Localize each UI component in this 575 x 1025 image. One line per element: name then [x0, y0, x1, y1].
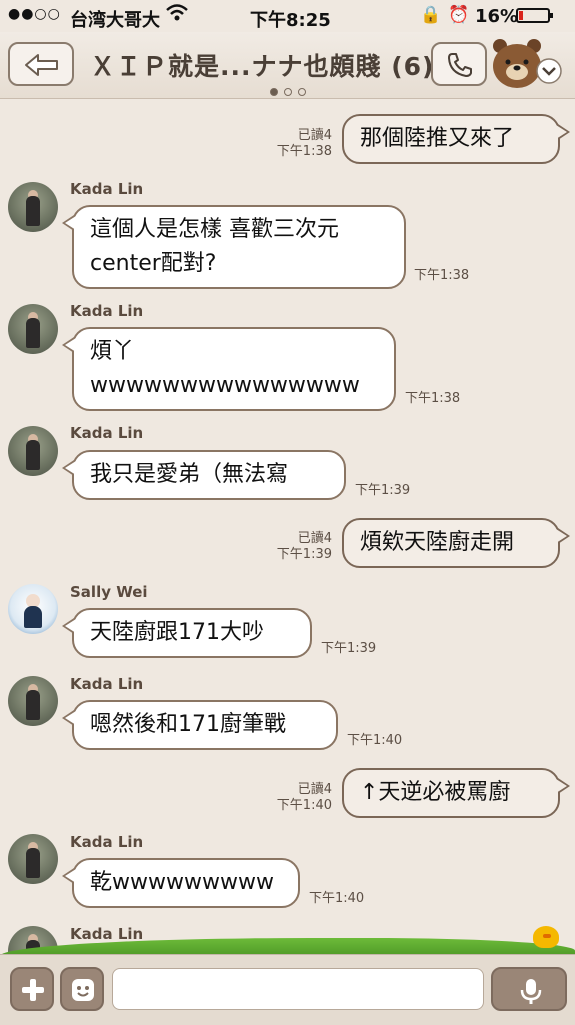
avatar[interactable]: [8, 676, 58, 726]
chick-icon: [533, 926, 559, 948]
page-dot: [270, 88, 278, 96]
incoming-message-bubble[interactable]: 天陸廚跟171大吵: [62, 608, 312, 658]
call-button[interactable]: [431, 42, 487, 86]
chevron-down-icon: [536, 58, 562, 84]
wifi-icon: [166, 4, 188, 27]
message-time: 下午1:40: [276, 798, 332, 813]
sticker-button[interactable]: [60, 967, 104, 1011]
outgoing-message-bubble[interactable]: ↑天逆必被罵廚: [342, 768, 570, 818]
mic-icon: [520, 979, 542, 1004]
message-time: 下午1:38: [276, 144, 332, 159]
menu-button[interactable]: [490, 36, 570, 94]
chat-area[interactable]: 已讀4 下午1:38 那個陸推又來了 Kada Lin 這個人是怎樣 喜歡三次元…: [0, 98, 575, 954]
message-meta: 已讀4 下午1:39: [270, 531, 332, 563]
status-time: 下午8:25: [250, 10, 331, 31]
status-bar: ●●○○ 台湾大哥大 下午8:25 🔒 ⏰ 16%: [0, 0, 575, 32]
alarm-icon: ⏰: [448, 5, 470, 25]
message-meta: 已讀4 下午1:40: [270, 782, 332, 814]
message-text-line: wwwwwwwwwwwwwww: [90, 373, 360, 398]
page-dot: [284, 88, 292, 96]
phone-icon: [448, 53, 472, 77]
read-receipt: 已讀4: [297, 782, 332, 797]
sender-name: Kada Lin: [70, 180, 144, 198]
sender-name: Kada Lin: [70, 675, 144, 693]
message-time: 下午1:38: [414, 268, 470, 283]
message-text-line: center配對?: [90, 251, 217, 276]
message-text: 乾wwwwwwwww: [90, 870, 274, 895]
incoming-message-bubble[interactable]: 這個人是怎樣 喜歡三次元 center配對?: [62, 205, 406, 289]
message-text-line: 這個人是怎樣 喜歡三次元: [90, 217, 339, 242]
outgoing-message-bubble[interactable]: 煩欸天陸廚走開: [342, 518, 570, 568]
input-bar: [0, 954, 575, 1025]
carrier-name: 台湾大哥大: [70, 10, 160, 31]
message-text-line: 煩丫: [90, 339, 135, 364]
outgoing-message-bubble[interactable]: 那個陸推又來了: [342, 114, 570, 164]
signal-strength-icon: ●●○○: [8, 6, 61, 22]
message-time: 下午1:39: [355, 483, 411, 498]
chat-header: ＸＩＰ就是...ナナ也頗賤 (6): [0, 32, 575, 99]
rotation-lock-icon: 🔒: [420, 5, 442, 25]
incoming-message-bubble[interactable]: 乾wwwwwwwww: [62, 858, 300, 908]
read-receipt: 已讀4: [297, 128, 332, 143]
message-text: 天陸廚跟171大吵: [90, 620, 264, 645]
message-input[interactable]: [112, 968, 484, 1010]
battery-icon: [516, 8, 553, 23]
incoming-message-bubble[interactable]: 煩丫 wwwwwwwwwwwwwww: [62, 327, 396, 411]
plus-icon: [22, 979, 44, 1001]
avatar[interactable]: [8, 584, 58, 634]
sender-name: Kada Lin: [70, 424, 144, 442]
read-receipt: 已讀4: [297, 531, 332, 546]
chat-title[interactable]: ＸＩＰ就是...ナナ也頗賤 (6): [90, 47, 434, 83]
sticker-icon: [72, 979, 94, 1001]
message-time: 下午1:40: [309, 891, 365, 906]
sender-name: Sally Wei: [70, 583, 148, 601]
battery-percent: 16%: [475, 6, 519, 27]
sender-name: Kada Lin: [70, 833, 144, 851]
voice-message-button[interactable]: [491, 967, 567, 1011]
incoming-message-bubble[interactable]: 嗯然後和171廚筆戰: [62, 700, 338, 750]
message-time: 下午1:40: [347, 733, 403, 748]
avatar[interactable]: [8, 304, 58, 354]
sender-name: Kada Lin: [70, 302, 144, 320]
message-meta: 已讀4 下午1:38: [270, 128, 332, 160]
message-text: 嗯然後和171廚筆戰: [90, 712, 286, 737]
add-attachment-button[interactable]: [10, 967, 54, 1011]
message-text: 我只是愛弟（無法寫: [90, 462, 289, 487]
avatar[interactable]: [8, 182, 58, 232]
back-arrow-icon: [25, 54, 58, 76]
avatar[interactable]: [8, 834, 58, 884]
incoming-message-bubble[interactable]: 我只是愛弟（無法寫: [62, 450, 346, 500]
message-time: 下午1:39: [276, 547, 332, 562]
avatar[interactable]: [8, 426, 58, 476]
back-button[interactable]: [8, 42, 74, 86]
message-time: 下午1:38: [405, 391, 461, 406]
message-text: 那個陸推又來了: [360, 126, 515, 151]
message-text: 煩欸天陸廚走開: [360, 530, 515, 555]
message-time: 下午1:39: [321, 641, 377, 656]
message-text: ↑天逆必被罵廚: [360, 780, 511, 805]
page-dot: [298, 88, 306, 96]
